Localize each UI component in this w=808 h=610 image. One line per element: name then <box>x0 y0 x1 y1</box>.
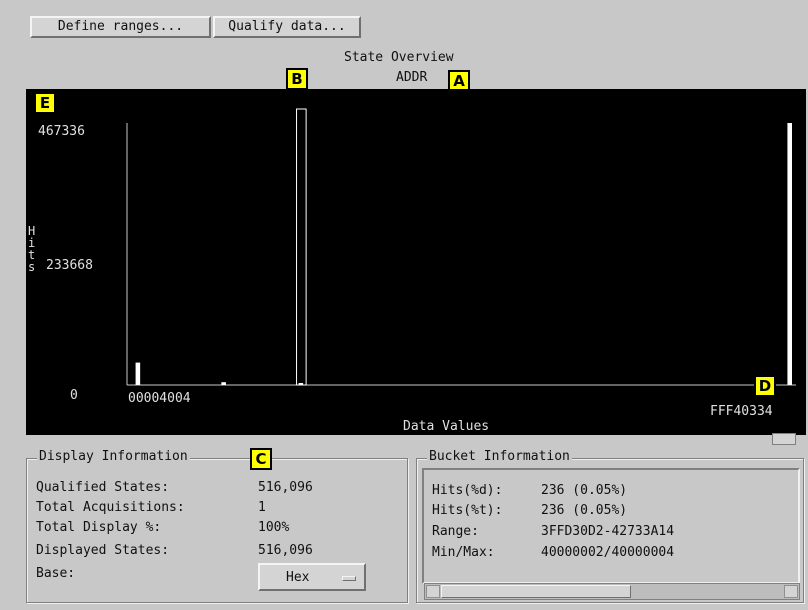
hits-d-label: Hits(%d): <box>432 483 503 498</box>
display-information-legend: Display Information <box>37 449 190 464</box>
range-label: Range: <box>432 524 479 539</box>
qualified-states-value: 516,096 <box>258 480 313 495</box>
scroll-thumb[interactable] <box>441 585 631 598</box>
selected-bucket-marker[interactable] <box>296 108 307 386</box>
callout-b: B <box>286 68 308 90</box>
y-axis-title-s: s <box>28 260 35 274</box>
bucket-info-horizontal-scrollbar[interactable] <box>424 583 800 600</box>
bucket-information-legend: Bucket Information <box>427 449 572 464</box>
x-axis-title: Data Values <box>403 419 489 434</box>
callout-c: C <box>250 448 272 470</box>
hits-t-value: 236 (0.05%) <box>541 503 628 518</box>
callout-e: E <box>34 92 56 114</box>
histogram-chart[interactable]: H i t s 467336 233668 0 00004004 FFF4033… <box>26 89 806 435</box>
min-max-value: 40000002/40000004 <box>541 545 675 560</box>
scroll-left-arrow-icon[interactable] <box>426 585 440 598</box>
base-select-value: Hex <box>286 570 310 585</box>
total-acquisitions-value: 1 <box>258 500 266 515</box>
hits-t-label: Hits(%t): <box>432 503 503 518</box>
chart-title: State Overview <box>344 50 454 65</box>
base-label: Base: <box>36 566 76 581</box>
hits-d-value: 236 (0.05%) <box>541 483 628 498</box>
x-range-start: 00004004 <box>128 391 191 406</box>
callout-d: D <box>754 375 776 397</box>
bars-group <box>135 108 792 386</box>
qualified-states-label: Qualified States: <box>36 480 170 495</box>
scroll-right-arrow-icon[interactable] <box>784 585 798 598</box>
qualify-data-button[interactable]: Qualify data... <box>213 16 361 38</box>
range-value: 3FFD30D2-42733A14 <box>541 524 675 539</box>
total-display-percent-value: 100% <box>258 520 290 535</box>
y-tick-mid: 233668 <box>46 258 93 273</box>
option-menu-indicator-icon <box>342 576 356 581</box>
histogram-bar[interactable] <box>135 362 141 385</box>
histogram-bar[interactable] <box>298 383 304 385</box>
displayed-states-value: 516,096 <box>258 543 313 558</box>
base-select[interactable]: Hex <box>258 563 366 591</box>
total-acquisitions-label: Total Acquisitions: <box>36 500 185 515</box>
chart-scroll-handle[interactable] <box>772 433 796 445</box>
min-max-label: Min/Max: <box>432 545 495 560</box>
total-display-percent-label: Total Display %: <box>36 520 162 535</box>
define-ranges-button[interactable]: Define ranges... <box>30 16 211 38</box>
displayed-states-label: Displayed States: <box>36 543 170 558</box>
histogram-bar[interactable] <box>787 123 792 385</box>
histogram-svg: H i t s 467336 233668 0 00004004 FFF4033… <box>28 108 796 434</box>
y-tick-zero: 0 <box>70 388 78 403</box>
histogram-bar[interactable] <box>221 382 226 385</box>
x-range-end: FFF40334 <box>710 404 773 419</box>
y-tick-top: 467336 <box>38 124 85 139</box>
chart-subtitle: ADDR <box>396 70 428 85</box>
